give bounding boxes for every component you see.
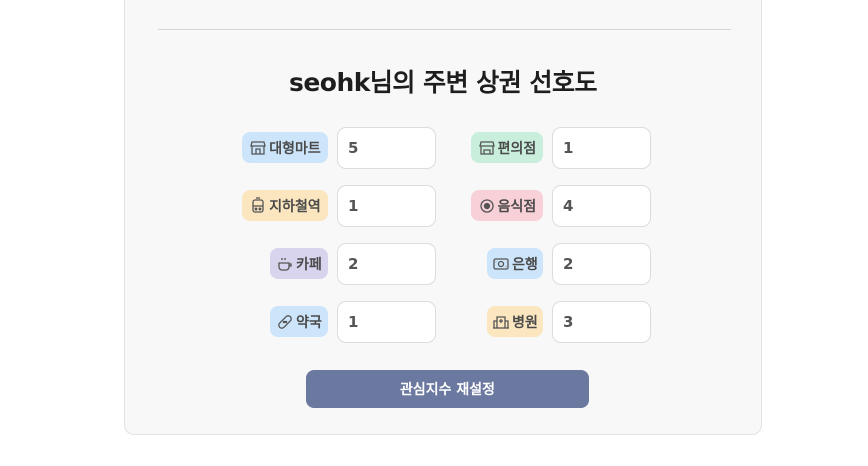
category-label-text: 병원 <box>512 314 538 331</box>
category-label-bank: 은행 <box>487 248 543 279</box>
page-title: seohk님의 주변 상권 선호도 <box>288 68 598 97</box>
category-label-text: 음식점 <box>497 198 537 215</box>
store-icon <box>249 139 267 157</box>
bandage-icon <box>276 313 294 331</box>
category-label-hospital: 병원 <box>487 306 543 337</box>
category-label-text: 카페 <box>296 256 322 273</box>
convenience-store-icon <box>478 139 496 157</box>
reset-preferences-button[interactable]: 관심지수 재설정 <box>306 370 589 408</box>
restaurant-input[interactable] <box>552 185 651 227</box>
divider <box>158 29 731 30</box>
category-label-text: 약국 <box>296 314 322 331</box>
coffee-icon <box>276 255 294 273</box>
category-label-subway: 지하철역 <box>242 190 328 221</box>
subway-icon <box>249 196 267 215</box>
category-label-text: 편의점 <box>497 140 537 157</box>
category-label-text: 지하철역 <box>269 198 321 215</box>
cafe-input[interactable] <box>337 243 436 285</box>
large-mart-input[interactable] <box>337 127 436 169</box>
hospital-input[interactable] <box>552 301 651 343</box>
bank-icon <box>492 255 510 273</box>
hospital-icon <box>492 313 510 331</box>
bank-input[interactable] <box>552 243 651 285</box>
category-label-restaurant: 음식점 <box>471 190 543 221</box>
category-label-text: 은행 <box>512 256 538 273</box>
restaurant-icon <box>478 197 496 215</box>
category-label-text: 대형마트 <box>269 140 321 157</box>
subway-input[interactable] <box>337 185 436 227</box>
category-label-convenience-store: 편의점 <box>471 132 543 163</box>
pharmacy-input[interactable] <box>337 301 436 343</box>
preference-card: seohk님의 주변 상권 선호도 대형마트 편의점 지하철역 <box>124 0 762 435</box>
category-label-pharmacy: 약국 <box>270 306 328 337</box>
convenience-store-input[interactable] <box>552 127 651 169</box>
category-label-cafe: 카페 <box>270 248 328 279</box>
category-label-large-mart: 대형마트 <box>242 132 328 163</box>
